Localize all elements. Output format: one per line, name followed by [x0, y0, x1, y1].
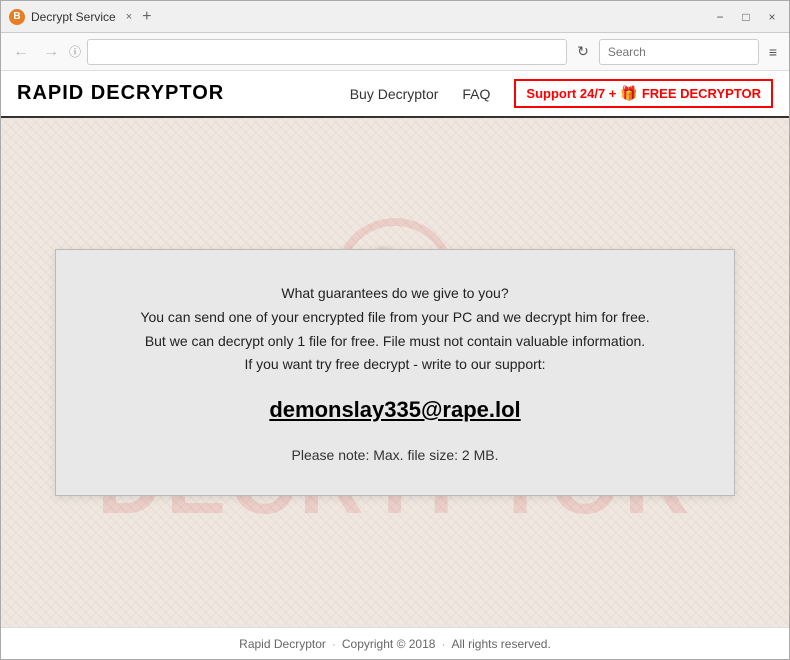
- footer-rights: All rights reserved.: [451, 637, 550, 651]
- guarantee-line2: You can send one of your encrypted file …: [96, 306, 694, 330]
- footer-brand: Rapid Decryptor: [239, 637, 326, 651]
- minimize-button[interactable]: −: [711, 8, 729, 26]
- tab-favicon: B: [9, 9, 25, 25]
- footer-sep1: ·: [332, 637, 336, 651]
- guarantee-text: What guarantees do we give to you? You c…: [96, 282, 694, 377]
- guarantee-line1: What guarantees do we give to you?: [96, 282, 694, 306]
- maximize-button[interactable]: □: [737, 8, 755, 26]
- menu-button[interactable]: ≡: [765, 42, 781, 62]
- site-footer: Rapid Decryptor · Copyright © 2018 · All…: [1, 627, 789, 659]
- guarantee-line3: But we can decrypt only 1 file for free.…: [96, 330, 694, 354]
- tab-title: Decrypt Service: [31, 10, 116, 24]
- note-text: Please note: Max. file size: 2 MB.: [96, 447, 694, 463]
- nav-buy-decryptor[interactable]: Buy Decryptor: [350, 86, 439, 102]
- tab-close-button[interactable]: ×: [126, 11, 132, 23]
- contact-email[interactable]: demonslay335@rape.lol: [96, 397, 694, 423]
- window-controls: − □ ×: [711, 8, 781, 26]
- free-decryptor-text: FREE DECRYPTOR: [642, 86, 761, 101]
- title-bar: B Decrypt Service × + − □ ×: [1, 1, 789, 33]
- page-content: RAPID DECRYPTOR Buy Decryptor FAQ Suppor…: [1, 71, 789, 659]
- address-bar: ← → ⓘ ↻ ≡: [1, 33, 789, 71]
- support-text: Support 24/7 +: [526, 86, 616, 101]
- footer-copyright: Copyright © 2018: [342, 637, 436, 651]
- nav-support-button[interactable]: Support 24/7 + 🎁 FREE DECRYPTOR: [514, 79, 773, 108]
- guarantee-line4: If you want try free decrypt - write to …: [96, 353, 694, 377]
- search-input[interactable]: [599, 39, 759, 65]
- new-tab-button[interactable]: +: [142, 8, 151, 26]
- refresh-button[interactable]: ↻: [573, 41, 593, 62]
- info-box: What guarantees do we give to you? You c…: [55, 249, 735, 496]
- url-input[interactable]: [87, 39, 567, 65]
- browser-window: B Decrypt Service × + − □ × ← → ⓘ ↻ ≡ RA…: [0, 0, 790, 660]
- site-nav: RAPID DECRYPTOR Buy Decryptor FAQ Suppor…: [1, 71, 789, 118]
- info-icon: ⓘ: [69, 43, 81, 60]
- main-area: 🔍 RAPID DECRYPTOR What guarantees do we …: [1, 118, 789, 627]
- site-logo: RAPID DECRYPTOR: [17, 82, 224, 105]
- forward-button[interactable]: →: [39, 41, 63, 63]
- nav-faq[interactable]: FAQ: [462, 86, 490, 102]
- back-button[interactable]: ←: [9, 41, 33, 63]
- gift-icon: 🎁: [620, 85, 637, 102]
- footer-sep2: ·: [441, 637, 445, 651]
- favicon-letter: B: [13, 11, 20, 22]
- close-button[interactable]: ×: [763, 8, 781, 26]
